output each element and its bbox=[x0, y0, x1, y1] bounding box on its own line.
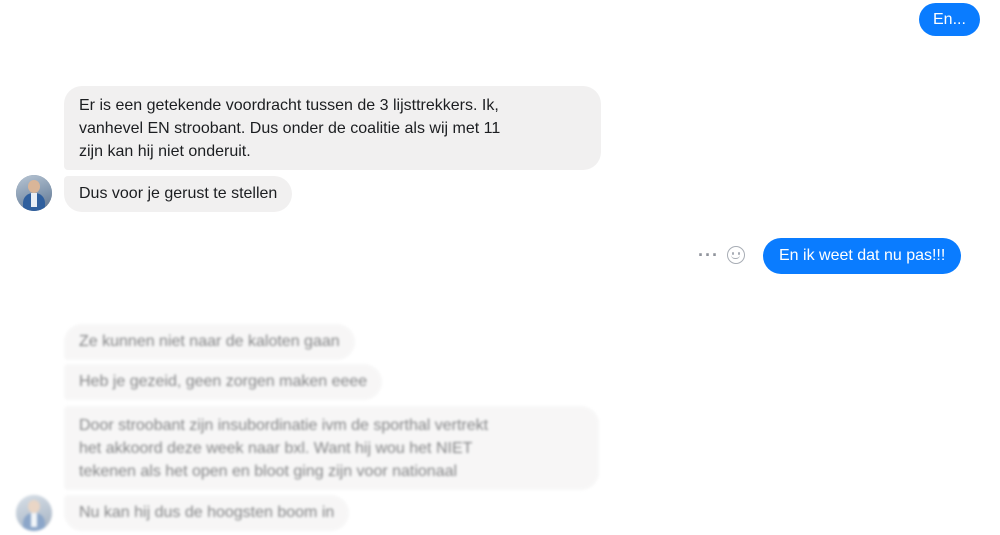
message-line: Er is een getekende voordracht tussen de… bbox=[79, 97, 499, 114]
outgoing-message[interactable]: En... bbox=[919, 3, 980, 36]
incoming-message[interactable]: Dus voor je gerust te stellen bbox=[64, 176, 293, 212]
contact-avatar[interactable] bbox=[16, 495, 52, 531]
incoming-message[interactable]: Nu kan hij dus de hoogsten boom in bbox=[64, 495, 350, 531]
message-line: tekenen als het open en bloot ging zijn … bbox=[79, 463, 458, 480]
incoming-message[interactable]: Ze kunnen niet naar de kaloten gaan bbox=[64, 324, 355, 360]
incoming-message[interactable]: Door stroobant zijn insubordinatie ivm d… bbox=[64, 406, 599, 490]
message-line: vanhevel EN stroobant. Dus onder de coal… bbox=[79, 120, 501, 137]
message-line: het akkoord deze week naar bxl. Want hij… bbox=[79, 440, 473, 457]
message-line: zijn kan hij niet onderuit. bbox=[79, 143, 251, 160]
more-options-icon[interactable]: ··· bbox=[698, 244, 719, 266]
message-line: Door stroobant zijn insubordinatie ivm d… bbox=[79, 417, 489, 434]
avatar-shirt bbox=[31, 513, 37, 527]
incoming-message[interactable]: Er is een getekende voordracht tussen de… bbox=[64, 86, 601, 170]
outgoing-message[interactable]: En ik weet dat nu pas!!! bbox=[763, 238, 962, 274]
avatar-head bbox=[28, 500, 40, 513]
avatar-shirt bbox=[31, 193, 37, 207]
avatar-head bbox=[28, 180, 40, 193]
chat-thread: En... Er is een getekende voordracht tus… bbox=[0, 0, 1000, 535]
emoji-react-icon[interactable] bbox=[726, 246, 745, 264]
contact-avatar[interactable] bbox=[16, 175, 52, 211]
incoming-message[interactable]: Heb je gezeid, geen zorgen maken eeee bbox=[64, 364, 383, 400]
message-actions: ··· bbox=[698, 244, 745, 266]
